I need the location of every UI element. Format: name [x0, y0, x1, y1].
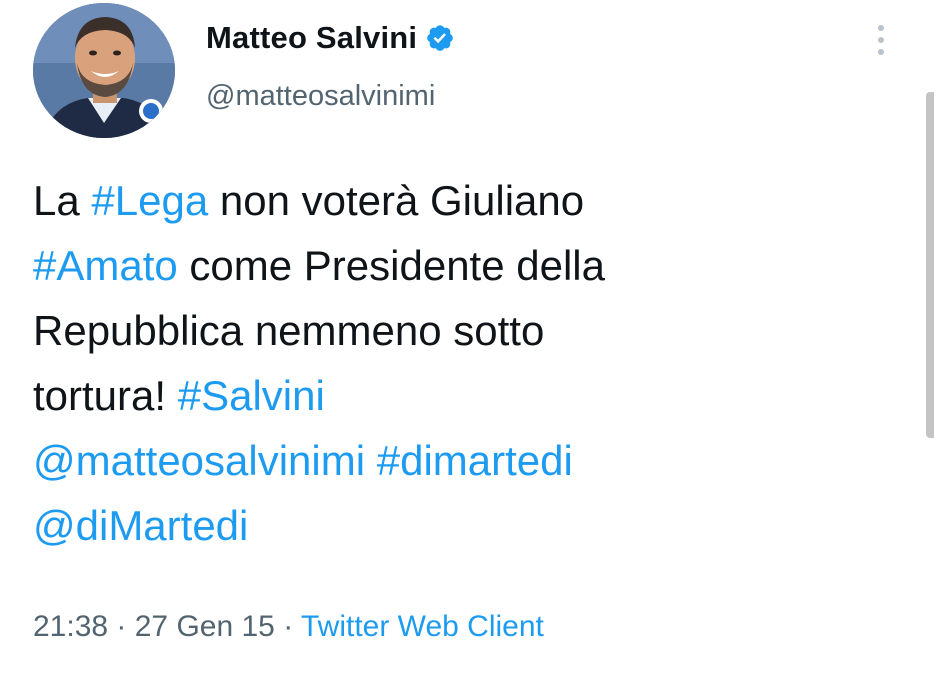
tweet-text-line: Repubblica nemmeno sotto — [33, 298, 893, 363]
tweet-text-line: tortura! #Salvini — [33, 363, 893, 428]
mention-link[interactable]: @matteosalvinimi — [33, 437, 365, 484]
hashtag-link[interactable]: #dimartedi — [377, 437, 573, 484]
author-handle[interactable]: @matteosalvinimi — [206, 80, 435, 113]
meta-separator: · — [108, 610, 135, 643]
tweet-text-line: #Amato come Presidente della — [33, 233, 893, 298]
tweet-text: La #Lega non voterà Giuliano #Amato come … — [33, 168, 893, 558]
tweet-metadata: 21:38 · 27 Gen 15 · Twitter Web Client — [33, 610, 544, 644]
tweet-text-segment: come Presidente della — [177, 242, 605, 289]
scrollbar[interactable] — [926, 92, 934, 438]
tweet-source-link[interactable]: Twitter Web Client — [301, 610, 544, 643]
meta-separator: · — [274, 610, 301, 643]
hashtag-link[interactable]: #Amato — [33, 242, 178, 289]
author-display-name[interactable]: Matteo Salvini — [206, 20, 417, 56]
verified-badge-icon — [425, 23, 455, 53]
tweet-text-segment: Repubblica nemmeno sotto — [33, 307, 545, 354]
tweet-text-segment: non voterà Giuliano — [208, 177, 585, 224]
tweet-text-line: La #Lega non voterà Giuliano — [33, 168, 893, 233]
hashtag-link[interactable]: #Salvini — [178, 372, 325, 419]
tweet-text-line: @matteosalvinimi #dimartedi — [33, 428, 893, 493]
hashtag-link[interactable]: #Lega — [91, 177, 208, 224]
tweet-text-segment: tortura! — [33, 372, 178, 419]
avatar[interactable] — [33, 3, 175, 138]
tweet-text-segment — [365, 437, 377, 484]
avatar-photo — [33, 3, 175, 138]
tweet-text-line: @diMartedi — [33, 493, 893, 558]
tweet-card: Matteo Salvini @matteosalvinimi La #Lega… — [0, 0, 934, 673]
mention-link[interactable]: @diMartedi — [33, 502, 248, 549]
author-name-row[interactable]: Matteo Salvini — [206, 20, 455, 56]
more-options-icon[interactable] — [870, 22, 892, 58]
tweet-date[interactable]: 27 Gen 15 — [135, 610, 275, 643]
tweet-time[interactable]: 21:38 — [33, 610, 108, 643]
tweet-text-segment: La — [33, 177, 92, 224]
